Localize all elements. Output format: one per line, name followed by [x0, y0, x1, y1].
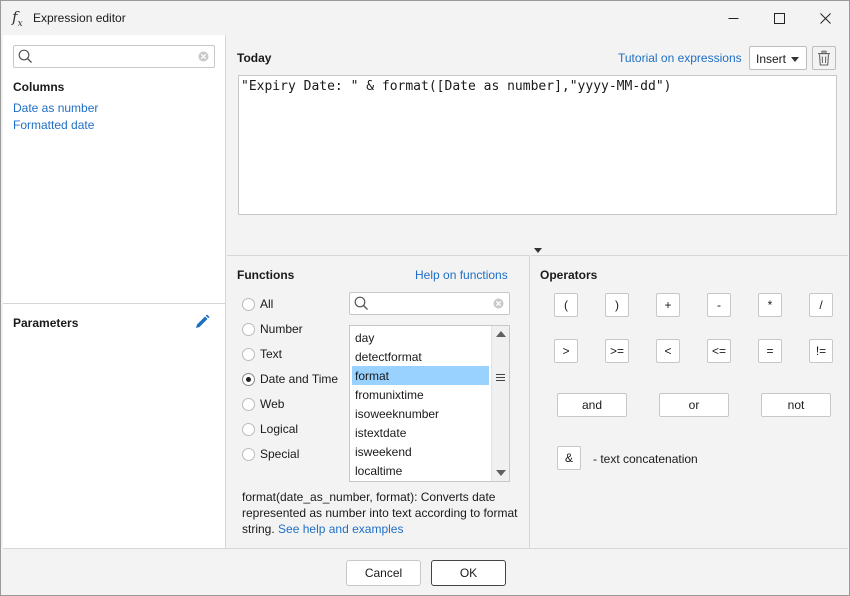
trash-icon: [818, 50, 830, 66]
operator-multiply-button[interactable]: *: [758, 293, 782, 317]
radio-button[interactable]: [242, 322, 255, 336]
maximize-icon: [773, 12, 785, 24]
operator-less-equal-button[interactable]: <=: [707, 339, 731, 363]
operator-not-equal-button[interactable]: !=: [809, 339, 833, 363]
clear-search-icon[interactable]: [198, 51, 209, 62]
help-on-functions-link[interactable]: Help on functions: [415, 268, 508, 282]
function-item-day[interactable]: day: [352, 328, 489, 347]
expression-title: Today: [237, 51, 272, 65]
operator-plus-button[interactable]: +: [656, 293, 680, 317]
category-label: Special: [260, 447, 300, 461]
window-title: Expression editor: [33, 11, 126, 25]
operators-title: Operators: [540, 268, 598, 282]
function-item-isoweeknumber[interactable]: isoweeknumber: [352, 404, 489, 423]
scroll-up-icon[interactable]: [496, 331, 506, 337]
tutorial-link[interactable]: Tutorial on expressions: [618, 51, 742, 65]
operator-open-paren-button[interactable]: (: [554, 293, 578, 317]
operator-and-button[interactable]: and: [557, 393, 627, 417]
function-item-detectformat[interactable]: detectformat: [352, 347, 489, 366]
radio-button[interactable]: [242, 447, 255, 461]
insert-label: Insert: [756, 52, 787, 66]
operators-panel: Operators ( ) + - * / > >= < <= = != and…: [531, 255, 848, 548]
function-list[interactable]: day detectformat format fromunixtime iso…: [349, 325, 510, 482]
function-list-scrollbar[interactable]: [491, 326, 509, 481]
functions-panel: Functions Help on functions All Number T…: [227, 255, 530, 548]
columns-search-input[interactable]: [36, 48, 192, 65]
splitter-arrow-icon[interactable]: [534, 248, 542, 253]
operator-minus-button[interactable]: -: [707, 293, 731, 317]
category-number[interactable]: Number: [242, 321, 303, 337]
dialog-footer: Cancel OK: [3, 548, 848, 595]
category-label: All: [260, 297, 274, 311]
operator-divide-button[interactable]: /: [809, 293, 833, 317]
delete-expression-button[interactable]: [812, 46, 836, 70]
title-bar: fx Expression editor: [1, 1, 849, 35]
radio-button[interactable]: [242, 397, 255, 411]
operator-greater-button[interactable]: >: [554, 339, 578, 363]
left-divider: [3, 303, 226, 304]
function-fx-icon: fx: [12, 8, 23, 29]
columns-title: Columns: [13, 80, 65, 94]
category-logical[interactable]: Logical: [242, 421, 298, 437]
close-button[interactable]: [802, 1, 848, 35]
radio-button-checked[interactable]: [242, 372, 255, 386]
expression-textarea[interactable]: "Expiry Date: " & format([Date as number…: [238, 75, 837, 215]
category-special[interactable]: Special: [242, 446, 299, 462]
see-help-link[interactable]: See help and examples: [278, 522, 403, 536]
function-item-fromunixtime[interactable]: fromunixtime: [352, 385, 489, 404]
radio-button[interactable]: [242, 347, 255, 361]
function-item-istextdate[interactable]: istextdate: [352, 423, 489, 442]
scroll-down-icon[interactable]: [496, 470, 506, 476]
search-icon: [18, 49, 32, 63]
category-label: Date and Time: [260, 372, 339, 386]
category-label: Number: [260, 322, 303, 336]
ok-button[interactable]: OK: [431, 560, 506, 586]
search-icon: [354, 296, 368, 310]
category-date-and-time[interactable]: Date and Time: [242, 371, 338, 387]
insert-dropdown[interactable]: Insert: [749, 46, 807, 70]
category-text[interactable]: Text: [242, 346, 282, 362]
functions-search-input[interactable]: [372, 295, 487, 312]
expression-editor-window: fx Expression editor Columns Date as num…: [0, 0, 850, 596]
category-all[interactable]: All: [242, 296, 273, 312]
radio-button[interactable]: [242, 297, 255, 311]
category-label: Text: [260, 347, 283, 361]
operator-close-paren-button[interactable]: ): [605, 293, 629, 317]
functions-search-box[interactable]: [349, 292, 510, 315]
function-item-localtime[interactable]: localtime: [352, 461, 489, 480]
function-description: format(date_as_number, format): Converts…: [242, 489, 527, 537]
operator-or-button[interactable]: or: [659, 393, 729, 417]
parameters-title: Parameters: [13, 316, 79, 330]
concat-label: - text concatenation: [593, 452, 698, 466]
clear-search-icon[interactable]: [493, 298, 504, 309]
category-web[interactable]: Web: [242, 396, 284, 412]
maximize-button[interactable]: [756, 1, 802, 35]
left-panel: Columns Date as number Formatted date Pa…: [3, 35, 226, 548]
category-label: Web: [260, 397, 285, 411]
minimize-icon: [728, 17, 738, 19]
minimize-button[interactable]: [710, 1, 756, 35]
columns-search-box[interactable]: [13, 45, 215, 68]
category-label: Logical: [260, 422, 299, 436]
function-item-isweekend[interactable]: isweekend: [352, 442, 489, 461]
pencil-icon[interactable]: [194, 314, 210, 330]
expression-text: "Expiry Date: " & format([Date as number…: [241, 79, 672, 94]
radio-button[interactable]: [242, 422, 255, 436]
operator-less-button[interactable]: <: [656, 339, 680, 363]
column-item-formatted-date[interactable]: Formatted date: [13, 118, 94, 132]
close-icon: [819, 12, 831, 24]
cancel-button[interactable]: Cancel: [346, 560, 421, 586]
function-item-format[interactable]: format: [352, 366, 489, 385]
column-item-date-as-number[interactable]: Date as number: [13, 101, 98, 115]
scrollbar-thumb[interactable]: [495, 362, 506, 392]
operator-concat-button[interactable]: &: [557, 446, 581, 470]
operator-equal-button[interactable]: =: [758, 339, 782, 363]
operator-not-button[interactable]: not: [761, 393, 831, 417]
chevron-down-icon: [791, 57, 799, 62]
operator-greater-equal-button[interactable]: >=: [605, 339, 629, 363]
functions-title: Functions: [237, 268, 295, 282]
editor-panel: Today Tutorial on expressions Insert "Ex…: [227, 35, 848, 255]
